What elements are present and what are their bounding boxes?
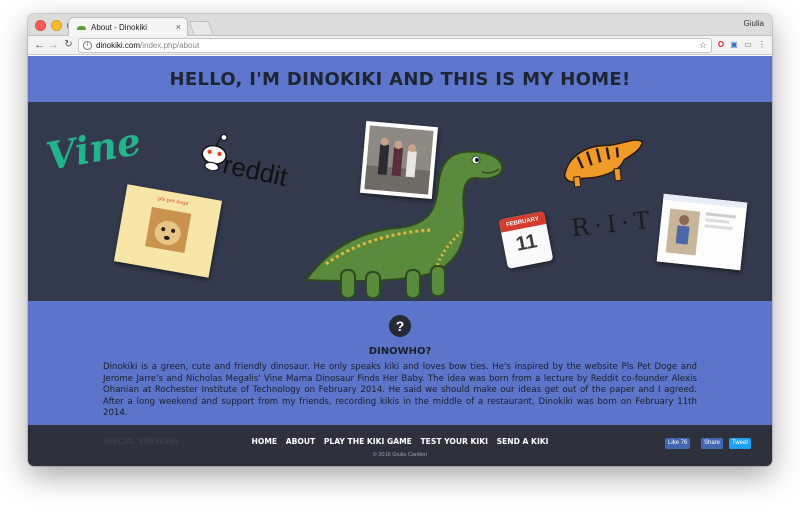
minimize-window-button[interactable] xyxy=(51,20,62,31)
dino-favicon-icon xyxy=(77,24,87,31)
browser-menu-icon[interactable]: ⋮ xyxy=(757,40,767,50)
nav-link-test-your-kiki[interactable]: TEST YOUR KIKI xyxy=(421,437,488,446)
forward-arrow-icon[interactable]: → xyxy=(47,38,60,52)
pls-pet-doge-title: pls pet doge xyxy=(157,195,190,208)
page-footer: SPECIAL VERSIONS HOME ABOUT PLAY THE KIK… xyxy=(28,425,772,466)
about-heading: DINOWHO? xyxy=(368,346,432,357)
about-description: Dinokiki is a green, cute and friendly d… xyxy=(103,362,697,418)
back-arrow-icon[interactable]: ← xyxy=(33,38,46,52)
page-title: HELLO, I'M DINOKIKI AND THIS IS MY HOME! xyxy=(169,68,631,90)
nav-link-send-a-kiki[interactable]: SEND A KIKI xyxy=(497,437,549,446)
doge-photo-icon xyxy=(145,206,192,254)
reload-icon[interactable]: ↻ xyxy=(62,38,75,52)
social-post-image xyxy=(656,193,748,271)
pls-pet-doge-screenshot: pls pet doge xyxy=(113,184,223,278)
tab-close-icon[interactable]: × xyxy=(176,22,181,32)
cast-icon[interactable]: ▭ xyxy=(743,40,753,50)
reddit-wordmark: reddit xyxy=(220,149,291,193)
profile-name[interactable]: Giulia xyxy=(744,19,764,28)
facebook-like-button[interactable]: Like 76 xyxy=(665,438,691,449)
rit-tiger-icon xyxy=(563,139,644,188)
url-domain: dinokiki.com xyxy=(96,41,141,50)
rit-logo-text: R·I·T xyxy=(569,205,657,243)
tab-title: About - Dinokiki xyxy=(91,22,148,32)
address-bar[interactable]: i dinokiki.com/index.php/about ☆ xyxy=(78,38,712,53)
question-mark-icon: ? xyxy=(389,315,411,337)
webpage: HELLO, I'M DINOKIKI AND THIS IS MY HOME!… xyxy=(28,56,772,466)
site-info-icon[interactable]: i xyxy=(83,41,92,50)
bookmark-star-icon[interactable]: ☆ xyxy=(699,40,707,51)
footer-nav: HOME ABOUT PLAY THE KIKI GAME TEST YOUR … xyxy=(28,437,772,446)
nav-link-play-the-kiki-game[interactable]: PLAY THE KIKI GAME xyxy=(324,437,412,446)
tweet-button[interactable]: Tweet xyxy=(729,438,752,449)
address-toolbar: ← → ↻ i dinokiki.com/index.php/about ☆ O… xyxy=(28,36,772,55)
tab-about-dinokiki[interactable]: About - Dinokiki × xyxy=(68,17,188,36)
collage-banner: Vine reddit pls pet doge R·I·T FEBRUARY … xyxy=(28,102,772,301)
about-section: ? DINOWHO? Dinokiki is a green, cute and… xyxy=(28,301,772,425)
social-post-screenshot xyxy=(656,193,748,271)
calendar-icon: FEBRUARY 11 xyxy=(498,211,554,269)
url-path: /index.php/about xyxy=(140,41,200,50)
new-tab-button[interactable] xyxy=(188,21,214,34)
extension-icon[interactable]: ▣ xyxy=(729,40,739,50)
page-header: HELLO, I'M DINOKIKI AND THIS IS MY HOME! xyxy=(28,56,772,102)
nav-link-home[interactable]: HOME xyxy=(252,437,278,446)
copyright-text: © 2016 Giulia Cardieri xyxy=(372,452,428,458)
nav-link-about[interactable]: ABOUT xyxy=(286,437,315,446)
browser-window: About - Dinokiki × Giulia ← → ↻ i dinoki… xyxy=(28,14,772,466)
facebook-share-button[interactable]: Share xyxy=(701,438,724,449)
close-window-button[interactable] xyxy=(35,20,46,31)
tab-bar: About - Dinokiki × Giulia xyxy=(28,14,772,36)
vine-logo: Vine xyxy=(42,118,145,179)
opera-extension-icon[interactable]: O xyxy=(716,40,726,50)
dinokiki-dinosaur-illustration xyxy=(304,150,504,299)
